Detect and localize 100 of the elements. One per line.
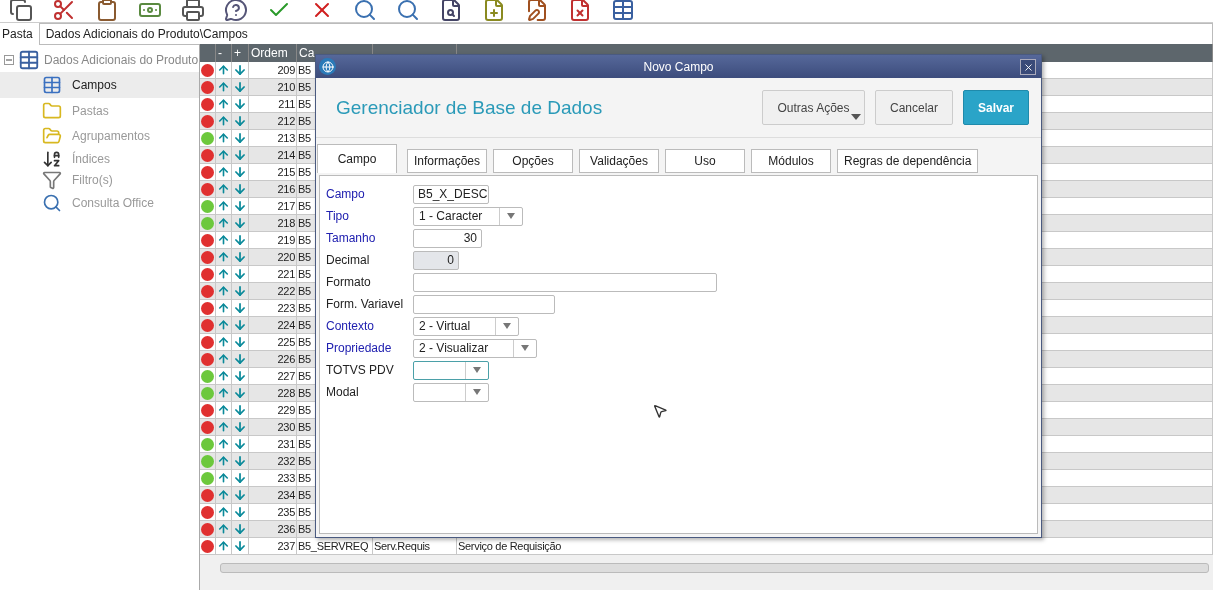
move-down-icon[interactable] [233,148,247,162]
move-down-icon[interactable] [233,97,247,111]
move-up-icon[interactable] [217,539,230,553]
input-field[interactable]: 30 [413,228,482,248]
move-down-icon[interactable] [233,352,247,366]
move-down-icon[interactable] [233,267,247,281]
search-icon[interactable] [353,0,377,22]
move-down-icon[interactable] [233,216,247,230]
tab[interactable]: Informações [407,149,488,173]
input-field[interactable]: B5_X_DESC [413,184,489,204]
input-field[interactable] [413,272,717,292]
document-plus-icon[interactable] [482,0,506,22]
move-up-icon[interactable] [217,471,230,485]
move-up-icon[interactable] [217,250,230,264]
move-up-icon[interactable] [217,267,230,281]
move-up-icon[interactable] [217,403,230,417]
dropdown-field[interactable]: 2 - Visualizar [413,338,537,358]
move-down-icon[interactable] [233,301,247,315]
mouse-pointer-icon [652,403,668,419]
tab[interactable]: Campo [317,144,397,173]
move-down-icon[interactable] [233,284,247,298]
move-down-icon[interactable] [233,437,247,451]
move-up-icon[interactable] [217,199,230,213]
move-down-icon[interactable] [233,165,247,179]
dropdown-field[interactable] [413,360,489,380]
move-up-icon[interactable] [217,318,230,332]
table-cell: 216 [249,181,297,197]
move-up-icon[interactable] [217,182,230,196]
copy-icon[interactable] [9,0,33,22]
question-bubble-icon[interactable] [224,0,248,22]
move-down-icon[interactable] [233,488,247,502]
table-icon [42,75,62,95]
move-down-icon[interactable] [233,454,247,468]
move-up-icon[interactable] [217,522,230,536]
move-down-icon[interactable] [233,369,247,383]
move-down-icon[interactable] [233,522,247,536]
input-field[interactable] [413,294,555,314]
collapse-icon[interactable] [4,55,14,65]
move-up-icon[interactable] [217,148,230,162]
move-up-icon[interactable] [217,352,230,366]
move-up-icon[interactable] [217,335,230,349]
move-up-icon[interactable] [217,233,230,247]
document-search-icon[interactable] [439,0,463,22]
move-up-icon[interactable] [217,505,230,519]
move-up-icon[interactable] [217,80,230,94]
table-icon[interactable] [611,0,635,22]
document-pencil-icon[interactable] [525,0,549,22]
move-up-icon[interactable] [217,165,230,179]
move-down-icon[interactable] [233,233,247,247]
close-button[interactable] [1020,59,1036,75]
move-up-icon[interactable] [217,131,230,145]
move-up-icon[interactable] [217,488,230,502]
move-down-icon[interactable] [233,335,247,349]
dropdown-field[interactable]: 2 - Virtual [413,316,519,336]
move-down-icon[interactable] [233,318,247,332]
move-up-icon[interactable] [217,420,230,434]
more-actions-button[interactable]: Outras Ações [762,90,865,125]
tab[interactable]: Regras de dependência [837,149,979,173]
move-down-icon[interactable] [233,250,247,264]
move-up-icon[interactable] [217,369,230,383]
move-down-icon[interactable] [233,114,247,128]
move-up-icon[interactable] [217,454,230,468]
move-down-icon[interactable] [233,131,247,145]
move-up-icon[interactable] [217,216,230,230]
move-down-icon[interactable] [233,63,247,77]
move-up-icon[interactable] [217,437,230,451]
move-down-icon[interactable] [233,539,247,553]
tree-item[interactable]: Campos [0,72,199,98]
path-field[interactable]: Dados Adicionais do Produto\Campos [38,22,1213,45]
horizontal-scrollbar[interactable] [220,563,1209,573]
move-up-icon[interactable] [217,114,230,128]
move-down-icon[interactable] [233,386,247,400]
move-up-icon[interactable] [217,97,230,111]
table-cell: 211 [249,96,297,112]
move-down-icon[interactable] [233,182,247,196]
paste-icon[interactable] [95,0,119,22]
tab[interactable]: Opções [493,149,574,173]
move-up-icon[interactable] [217,386,230,400]
move-down-icon[interactable] [233,199,247,213]
move-down-icon[interactable] [233,420,247,434]
move-up-icon[interactable] [217,301,230,315]
move-down-icon[interactable] [233,505,247,519]
move-up-icon[interactable] [217,63,230,77]
tab[interactable]: Módulos [751,149,832,173]
move-down-icon[interactable] [233,471,247,485]
printer-icon[interactable] [181,0,205,22]
tree-root-label[interactable]: Dados Adicionais do Produto [44,53,199,67]
document-cross-icon[interactable] [568,0,592,22]
move-down-icon[interactable] [233,403,247,417]
cut-icon[interactable] [52,0,76,22]
move-down-icon[interactable] [233,80,247,94]
tab[interactable]: Validações [579,149,660,173]
dropdown-field[interactable]: 1 - Caracter [413,206,523,226]
dropdown-field[interactable] [413,382,489,402]
table-cell: 215 [249,164,297,180]
close-icon [1022,61,1034,73]
search-icon[interactable] [396,0,420,22]
cancel-button[interactable]: Cancelar [875,90,953,125]
tab[interactable]: Uso [665,149,746,173]
move-up-icon[interactable] [217,284,230,298]
